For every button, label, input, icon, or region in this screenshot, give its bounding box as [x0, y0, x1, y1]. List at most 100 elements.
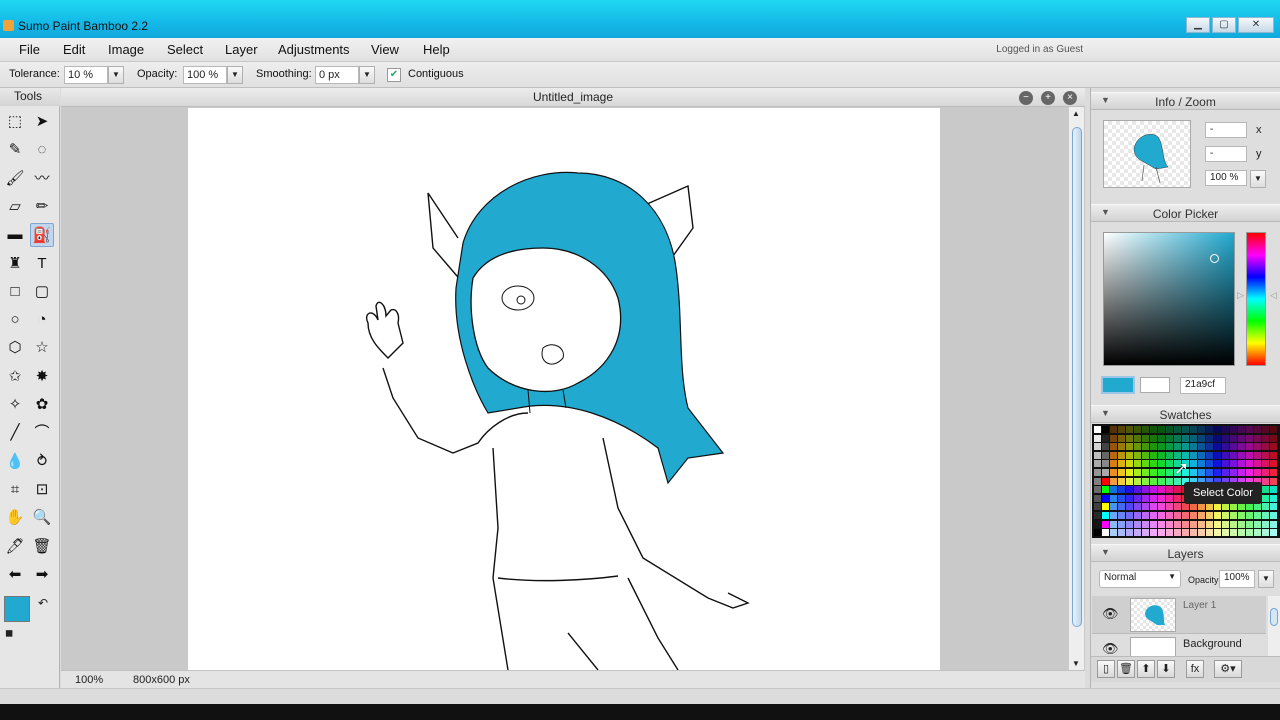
swatch-cell[interactable]: [1246, 520, 1253, 528]
swatch-cell[interactable]: [1222, 520, 1229, 528]
swatch-cell[interactable]: [1150, 451, 1157, 459]
swatch-cell[interactable]: [1134, 494, 1141, 502]
swatch-cell[interactable]: [1126, 469, 1133, 476]
menu-view[interactable]: View: [371, 42, 399, 57]
swatch-cell[interactable]: [1190, 469, 1197, 476]
swatch-cell[interactable]: [1110, 520, 1117, 528]
swatch-cell[interactable]: [1182, 520, 1189, 528]
swatch-cell[interactable]: [1094, 503, 1101, 511]
swatch-cell[interactable]: [1150, 434, 1157, 442]
contiguous-checkbox[interactable]: ✔: [387, 68, 401, 82]
swatches-header[interactable]: ▼ Swatches: [1091, 405, 1280, 423]
swatch-cell[interactable]: [1222, 434, 1229, 442]
swatch-cell[interactable]: [1262, 451, 1269, 459]
swatch-cell[interactable]: [1238, 451, 1245, 459]
swatch-cell[interactable]: [1230, 426, 1237, 433]
maximize-button[interactable]: ▢: [1212, 17, 1236, 33]
swatch-cell[interactable]: [1118, 520, 1125, 528]
blend-mode-select[interactable]: Normal ▼: [1099, 570, 1181, 588]
swatch-cell[interactable]: [1246, 529, 1253, 537]
swatch-cell[interactable]: [1134, 451, 1141, 459]
swatch-cell[interactable]: [1166, 460, 1173, 468]
move-layer-down-icon[interactable]: ⬇: [1157, 660, 1175, 678]
swatch-cell[interactable]: [1094, 512, 1101, 519]
swatch-cell[interactable]: [1214, 469, 1221, 476]
swatch-cell[interactable]: [1102, 529, 1109, 537]
swatch-cell[interactable]: [1118, 443, 1125, 451]
swatch-cell[interactable]: [1214, 512, 1221, 519]
swatch-cell[interactable]: [1238, 469, 1245, 476]
swatch-cell[interactable]: [1126, 503, 1133, 511]
swatch-cell[interactable]: [1214, 434, 1221, 442]
swatch-cell[interactable]: [1158, 503, 1165, 511]
swatch-cell[interactable]: [1150, 469, 1157, 476]
swatch-cell[interactable]: [1126, 434, 1133, 442]
swatch-cell[interactable]: [1174, 486, 1181, 494]
swatch-cell[interactable]: [1110, 460, 1117, 468]
layer-effects-icon[interactable]: fx: [1186, 660, 1204, 678]
swatch-cell[interactable]: [1270, 434, 1277, 442]
swatch-cell[interactable]: [1118, 426, 1125, 433]
swatch-cell[interactable]: [1094, 520, 1101, 528]
swatch-cell[interactable]: [1262, 529, 1269, 537]
swatch-cell[interactable]: [1102, 494, 1109, 502]
star-3-tool-icon[interactable]: ✧: [3, 393, 27, 417]
zoom-field[interactable]: 100 %: [1205, 170, 1247, 186]
swatch-cell[interactable]: [1134, 486, 1141, 494]
opacity-dropdown[interactable]: ▼: [227, 66, 243, 84]
swatch-cell[interactable]: [1142, 486, 1149, 494]
swatch-cell[interactable]: [1126, 443, 1133, 451]
color-picker-header[interactable]: ▼ Color Picker: [1091, 204, 1280, 222]
swatch-cell[interactable]: [1222, 529, 1229, 537]
swatch-cell[interactable]: [1270, 494, 1277, 502]
swatch-cell[interactable]: [1214, 426, 1221, 433]
swatch-cell[interactable]: [1206, 460, 1213, 468]
swatch-cell[interactable]: [1158, 494, 1165, 502]
swatch-cell[interactable]: [1142, 477, 1149, 485]
swatch-cell[interactable]: [1262, 494, 1269, 502]
opacity-field[interactable]: 100 %: [183, 66, 227, 84]
swatch-cell[interactable]: [1174, 520, 1181, 528]
swatch-cell[interactable]: [1174, 529, 1181, 537]
swatch-cell[interactable]: [1230, 469, 1237, 476]
rectangle-tool-icon[interactable]: □: [3, 280, 27, 304]
swatch-cell[interactable]: [1166, 443, 1173, 451]
star-2-tool-icon[interactable]: ✩: [3, 365, 27, 389]
swatch-cell[interactable]: [1118, 469, 1125, 476]
menu-image[interactable]: Image: [108, 42, 144, 57]
swatch-cell[interactable]: [1174, 512, 1181, 519]
swatch-cell[interactable]: [1110, 426, 1117, 433]
eye-icon[interactable]: 👁: [1102, 641, 1119, 657]
info-zoom-header[interactable]: ▼ Info / Zoom: [1091, 92, 1280, 110]
swatch-cell[interactable]: [1150, 477, 1157, 485]
menu-edit[interactable]: Edit: [63, 42, 85, 57]
tolerance-dropdown[interactable]: ▼: [108, 66, 124, 84]
swatch-cell[interactable]: [1118, 451, 1125, 459]
swatch-cell[interactable]: [1190, 443, 1197, 451]
swatch-cell[interactable]: [1102, 503, 1109, 511]
saturation-value-picker[interactable]: [1103, 232, 1235, 366]
mixer-tool-icon[interactable]: ⥁: [30, 450, 54, 474]
swatch-cell[interactable]: [1158, 529, 1165, 537]
swatch-cell[interactable]: [1142, 451, 1149, 459]
redo-arrow-tool-icon[interactable]: ➡: [30, 563, 54, 587]
swatch-cell[interactable]: [1246, 426, 1253, 433]
reset-colors-icon[interactable]: ◼: [5, 628, 13, 639]
scrollbar-thumb[interactable]: [1270, 608, 1278, 626]
swatch-cell[interactable]: [1190, 512, 1197, 519]
swatch-cell[interactable]: [1126, 460, 1133, 468]
swatch-cell[interactable]: [1142, 494, 1149, 502]
stamp-tool-icon[interactable]: ♜: [3, 252, 27, 276]
swatch-cell[interactable]: [1166, 520, 1173, 528]
swatch-cell[interactable]: [1230, 529, 1237, 537]
swatch-cell[interactable]: [1134, 434, 1141, 442]
hand-tool-icon[interactable]: ✋: [3, 506, 27, 530]
swatch-cell[interactable]: [1262, 434, 1269, 442]
minimize-doc-icon[interactable]: −: [1019, 91, 1033, 105]
swatch-cell[interactable]: [1214, 443, 1221, 451]
swatch-cell[interactable]: [1230, 512, 1237, 519]
swatch-cell[interactable]: [1262, 477, 1269, 485]
swatch-cell[interactable]: [1238, 434, 1245, 442]
swatch-cell[interactable]: [1206, 503, 1213, 511]
swatch-cell[interactable]: [1198, 443, 1205, 451]
